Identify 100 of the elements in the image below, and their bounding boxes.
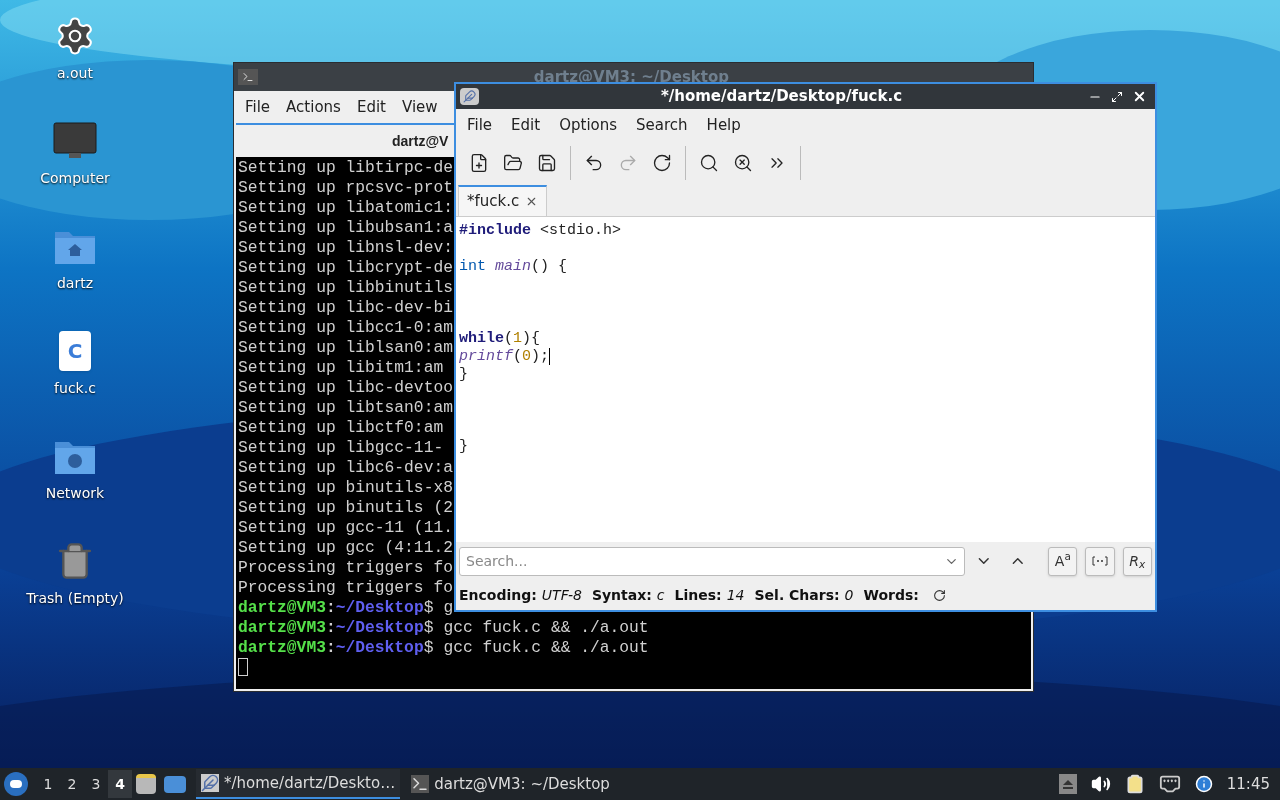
output-line: Setting up binutils-x8 <box>238 478 453 498</box>
output-line: Setting up libc-dev-bi <box>238 298 453 318</box>
match-case-toggle[interactable]: A$^{a}$ <box>1048 546 1078 576</box>
status-value: c <box>656 585 665 605</box>
status-label: Sel. Chars: <box>754 585 840 605</box>
code-token: ); <box>531 348 550 366</box>
workspace-button[interactable]: 4 <box>108 770 132 798</box>
file-cabinet-icon[interactable] <box>136 774 156 794</box>
clock[interactable]: 11:45 <box>1226 772 1270 796</box>
text-cursor <box>549 348 551 365</box>
output-line: Setting up libbinutils <box>238 278 453 298</box>
prompt-separator: : <box>325 598 336 618</box>
prompt-user: dartz@VM3 <box>238 638 326 658</box>
volume-icon[interactable] <box>1090 774 1111 794</box>
code-token: () { <box>531 258 568 276</box>
output-line: Setting up libubsan1:a <box>238 218 453 238</box>
menu-item[interactable]: View <box>394 95 445 119</box>
regex-toggle[interactable]: R$_{x}$ <box>1122 546 1152 576</box>
output-line: Setting up libcrypt-de <box>238 258 453 278</box>
output-line: Setting up libatomic1: <box>238 198 453 218</box>
prompt-separator: : <box>325 638 336 658</box>
prompt-path: ~/Desktop <box>335 598 424 618</box>
output-line: Setting up rpcsvc-prot <box>238 178 453 198</box>
code-token: 1 <box>513 330 523 348</box>
maximize-icon[interactable] <box>1111 90 1123 103</box>
terminal-tab[interactable]: dartz@V <box>392 130 449 152</box>
prompt-sign: $ <box>423 618 434 638</box>
output-line: Setting up libitm1:am <box>238 358 444 378</box>
save-icon <box>537 153 557 173</box>
code-token: main <box>494 258 532 276</box>
output-line: Setting up gcc (4:11.2 <box>238 538 453 558</box>
menu-item[interactable]: Actions <box>279 95 348 119</box>
code-token: while <box>459 330 504 348</box>
task-button[interactable]: */home/dartz/Deskto… <box>196 769 401 799</box>
monitor-icon <box>53 121 97 161</box>
code-token: printf <box>459 348 513 366</box>
code-area[interactable]: #include <stdio.h> int main() { while(1){ printf(0); } } <box>456 217 1155 542</box>
network-icon[interactable] <box>1158 773 1181 795</box>
command-text: gcc fuck.c && ./a.out <box>443 618 649 638</box>
output-line: Setting up libgcc-11- <box>238 438 444 458</box>
menu-item[interactable]: File <box>460 113 500 137</box>
refresh-icon[interactable] <box>932 588 946 602</box>
output-line: Setting up libtsan0:am <box>238 398 453 418</box>
file-tab[interactable]: *fuck.c <box>458 185 548 216</box>
status-value: UTF-8 <box>541 585 582 605</box>
command-text: gcc fuck.c && ./a.out <box>443 638 649 658</box>
whole-word-toggle[interactable] <box>1085 546 1115 576</box>
code-token: } <box>459 438 468 456</box>
terminal-icon <box>411 775 430 793</box>
code-token: #include <box>459 222 531 240</box>
desktop-icon-label[interactable]: Network <box>45 483 105 504</box>
status-value: 14 <box>726 585 745 605</box>
search-cross-icon <box>733 153 753 173</box>
window-title: dartz@VM3: ~/Desktop <box>533 66 729 88</box>
code-token: } <box>459 366 468 384</box>
workspace-button[interactable]: 2 <box>60 770 84 798</box>
prompt-user: dartz@VM3 <box>238 598 326 618</box>
search-icon <box>699 153 719 173</box>
text-cursor <box>238 658 248 676</box>
code-token: 0 <box>522 348 532 366</box>
code-token: ( <box>504 330 514 348</box>
close-icon[interactable] <box>1132 89 1147 104</box>
terminal-icon <box>238 69 258 85</box>
code-token: int <box>459 258 486 276</box>
new-file-icon <box>469 153 489 173</box>
desktop-icon-label[interactable]: Trash (Empty) <box>26 588 124 609</box>
feather-icon <box>201 774 219 792</box>
menu-item[interactable]: Options <box>552 113 625 137</box>
workspace-button[interactable]: 1 <box>36 770 60 798</box>
status-label: Syntax: <box>591 585 652 605</box>
output-line: Setting up libctf0:am <box>238 418 444 438</box>
menu-item[interactable]: Search <box>629 113 695 137</box>
desktop-icon-label[interactable]: fuck.c <box>54 378 96 399</box>
status-value: 0 <box>844 585 854 605</box>
prompt-path: ~/Desktop <box>335 618 424 638</box>
menu-item[interactable]: File <box>238 95 278 119</box>
status-label: Words: <box>863 585 919 605</box>
notification-icon[interactable] <box>1194 775 1213 793</box>
menu-item[interactable]: Help <box>699 113 748 137</box>
workspace-button[interactable]: 3 <box>84 770 108 798</box>
output-line: Setting up libcc1-0:am <box>238 318 453 338</box>
prompt-separator: : <box>325 618 336 638</box>
eject-icon[interactable] <box>1058 774 1077 794</box>
output-line: Setting up libtirpc-de <box>238 158 453 178</box>
prompt-user: dartz@VM3 <box>238 618 326 638</box>
start-menu-icon[interactable] <box>4 772 28 796</box>
prompt-sign: $ <box>423 638 434 658</box>
undo-icon <box>584 153 604 173</box>
desktop-icon-label[interactable]: dartz <box>56 273 94 294</box>
window-title: */home/dartz/Desktop/fuck.c <box>659 86 904 108</box>
menu-item[interactable]: Edit <box>504 113 548 137</box>
search-field[interactable]: Search... <box>459 546 966 576</box>
menu-item[interactable]: Edit <box>349 95 393 119</box>
prompt-path: ~/Desktop <box>335 638 424 658</box>
desktop-icon[interactable] <box>164 775 186 793</box>
output-line: Setting up liblsan0:am <box>238 338 453 358</box>
task-button[interactable]: dartz@VM3: ~/Desktop <box>406 769 615 799</box>
redo-icon <box>618 153 638 173</box>
feather-icon <box>460 88 479 105</box>
code-token: ){ <box>522 330 541 348</box>
